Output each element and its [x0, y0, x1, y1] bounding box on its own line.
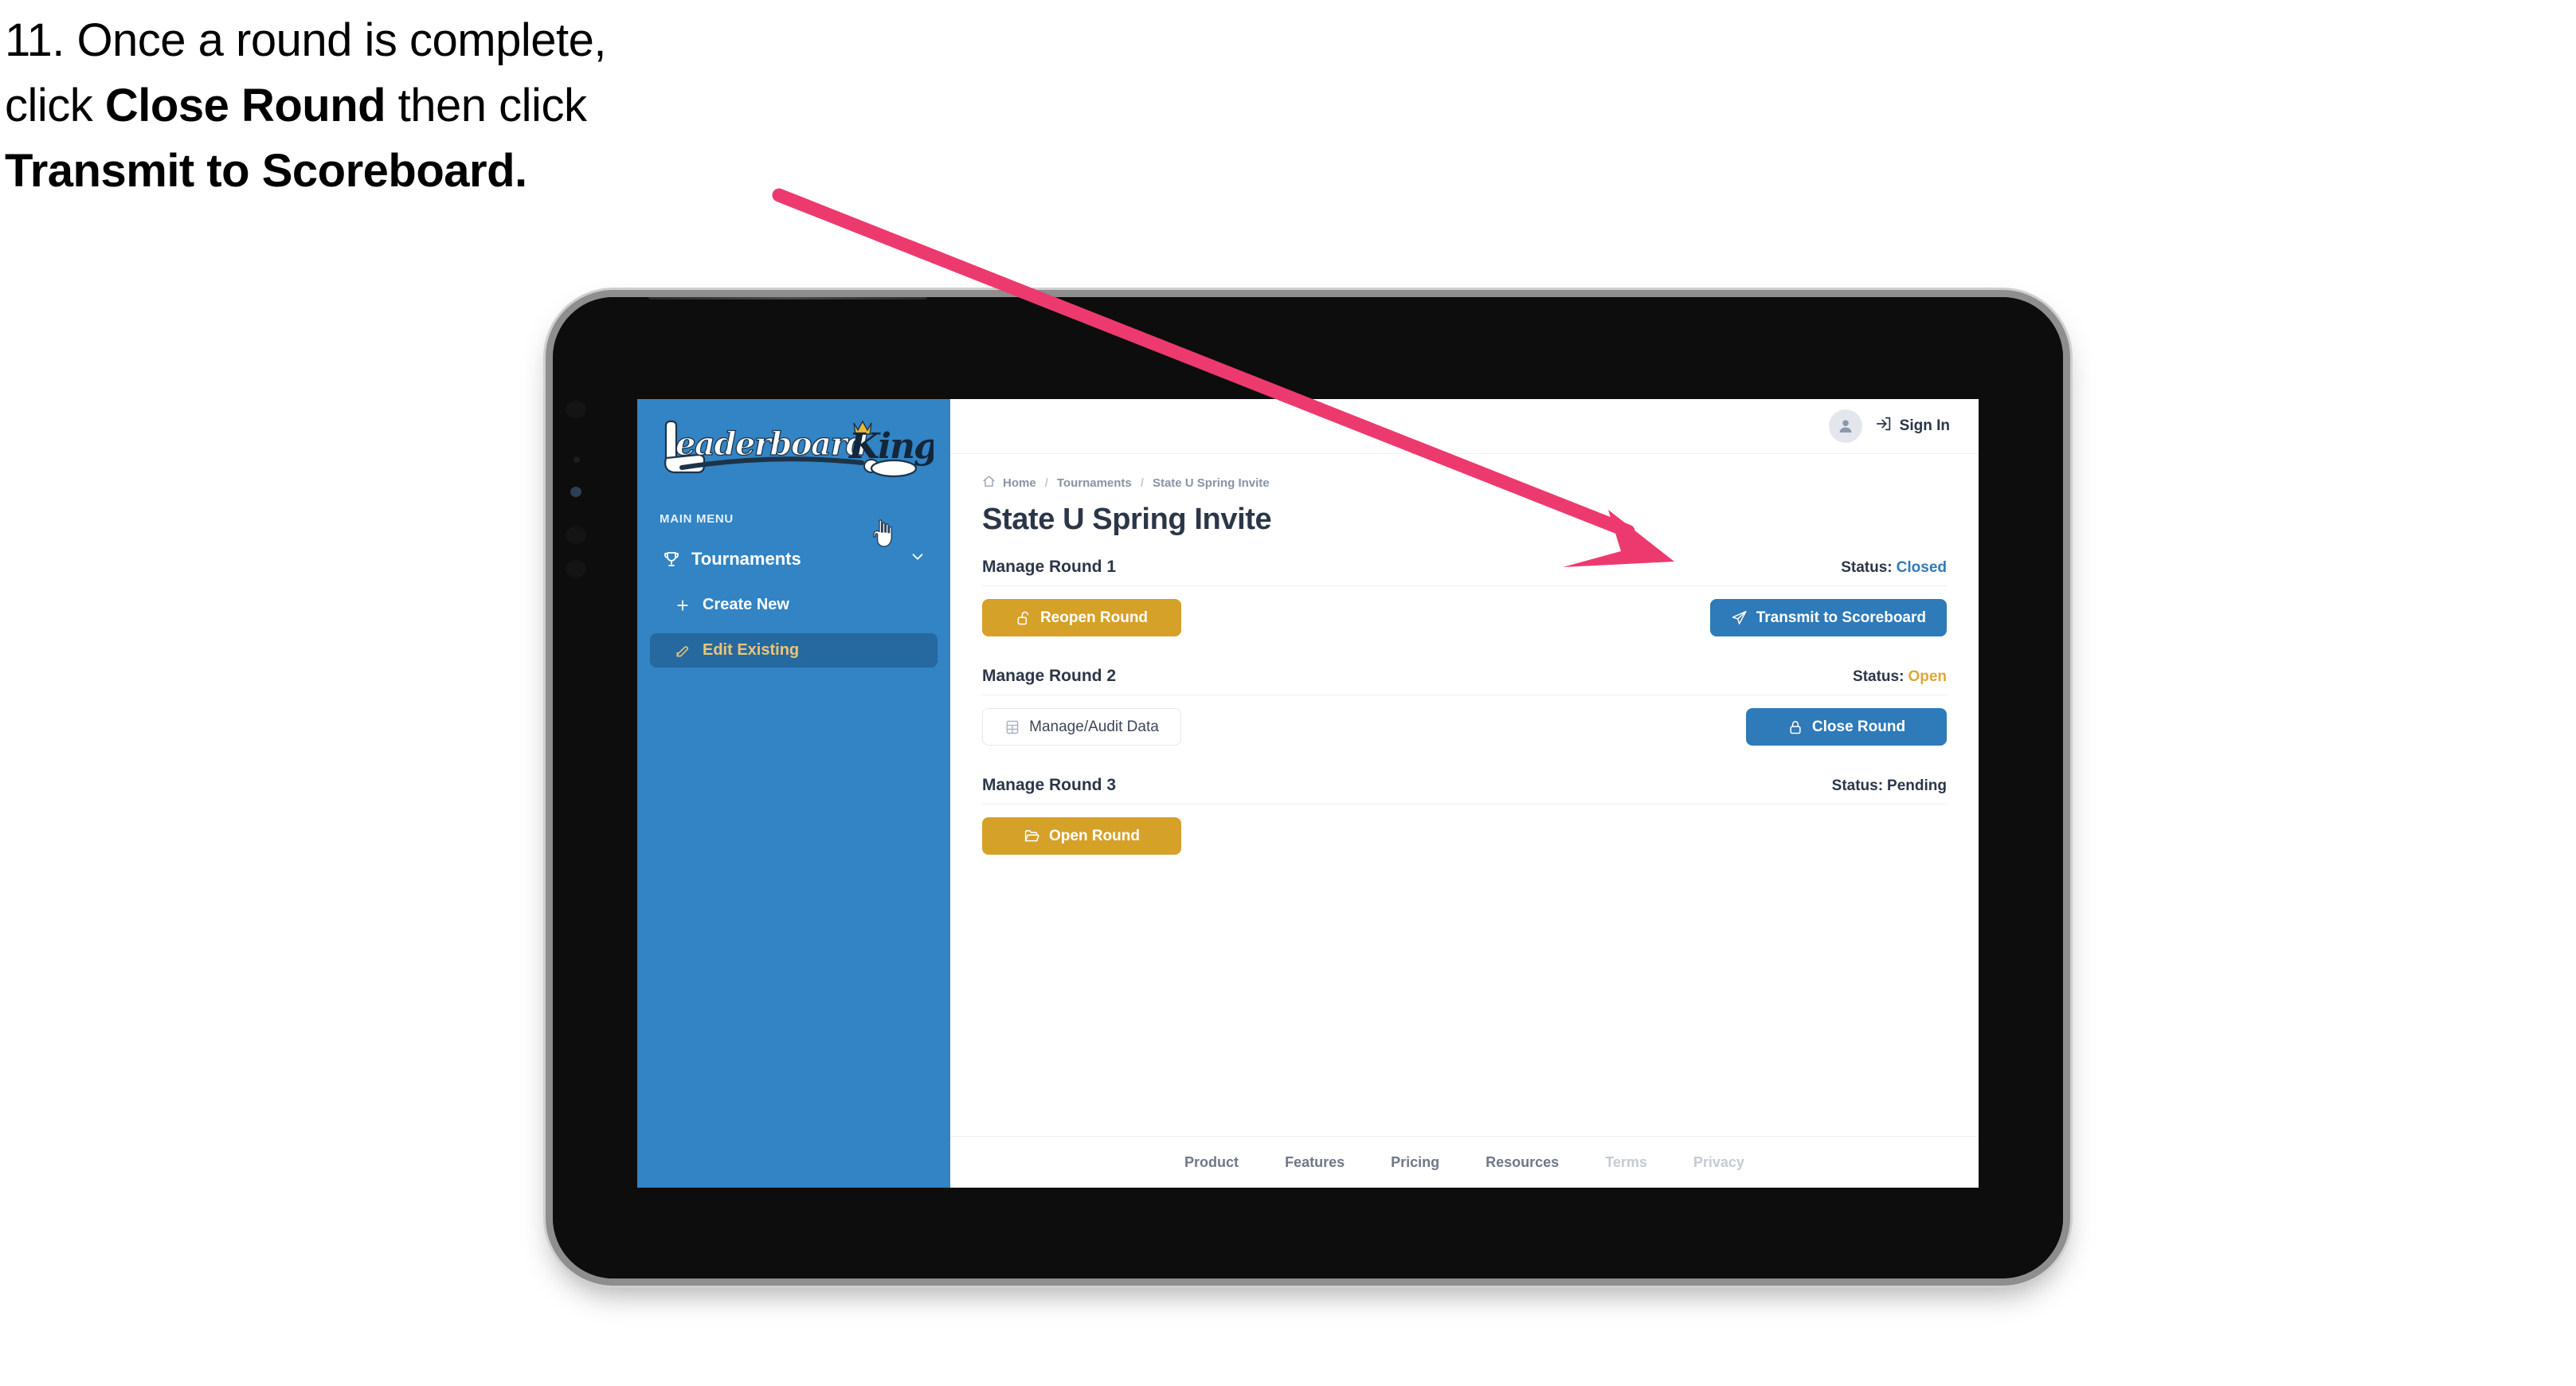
round-actions: Reopen Round Transmit to Scoreboard: [982, 599, 1947, 636]
status-value: Pending: [1887, 777, 1947, 794]
main-content: Sign In Home / Tournaments / State U Spr…: [950, 399, 1979, 1188]
round-actions: Open Round: [982, 817, 1947, 855]
chevron-down-icon[interactable]: [909, 548, 926, 570]
breadcrumb-separator: /: [1140, 476, 1144, 490]
tablet-sensor-dot: [574, 456, 580, 463]
footer-link-product[interactable]: Product: [1184, 1154, 1239, 1171]
transmit-to-scoreboard-button[interactable]: Transmit to Scoreboard: [1709, 599, 1947, 636]
reopen-round-button[interactable]: Reopen Round: [982, 599, 1181, 636]
round-section-1: Manage Round 1 Status: Closed Reopen Rou…: [982, 558, 1947, 636]
tablet-bezel: eaderboard King MAIN MENU Tournaments Cr…: [553, 297, 2063, 1278]
caption-line-3: Transmit to Scoreboard.: [5, 145, 527, 197]
manage-audit-data-button[interactable]: Manage/Audit Data: [982, 708, 1181, 746]
button-label: Manage/Audit Data: [1029, 718, 1159, 735]
open-round-button[interactable]: Open Round: [982, 817, 1181, 855]
status-badge: Status: Pending: [1832, 777, 1947, 795]
sign-in-label: Sign In: [1899, 417, 1950, 434]
plus-icon: [672, 597, 693, 613]
lock-icon: [1787, 719, 1803, 735]
close-round-button[interactable]: Close Round: [1746, 708, 1947, 746]
home-icon: [982, 475, 996, 491]
paper-plane-icon: [1731, 609, 1748, 626]
sidebar-item-edit-existing[interactable]: Edit Existing: [650, 633, 938, 668]
instruction-caption: 11. Once a round is complete, click Clos…: [5, 18, 897, 213]
sidebar-item-label: Create New: [703, 596, 789, 613]
button-label: Open Round: [1049, 827, 1140, 844]
round-header: Manage Round 1 Status: Closed: [982, 558, 1947, 586]
tablet-sensor-dot: [566, 401, 586, 418]
tablet-speaker-grille: [648, 297, 927, 300]
sidebar-menu-heading: MAIN MENU: [660, 512, 734, 526]
status-value: Closed: [1896, 559, 1947, 576]
round-actions: Manage/Audit Data Close Round: [982, 708, 1947, 746]
trophy-icon: [660, 549, 683, 570]
footer-link-pricing[interactable]: Pricing: [1391, 1154, 1439, 1171]
page-content: Home / Tournaments / State U Spring Invi…: [950, 454, 1979, 1136]
sidebar: eaderboard King MAIN MENU Tournaments Cr…: [637, 399, 950, 1188]
tablet-camera-lens: [570, 487, 581, 497]
breadcrumb-item-current: State U Spring Invite: [1152, 476, 1270, 490]
round-section-2: Manage Round 2 Status: Open Manage/Audit…: [982, 667, 1947, 746]
top-bar: Sign In: [950, 399, 1979, 454]
round-name: Manage Round 1: [982, 558, 1117, 576]
leaderboard-king-logo-icon: eaderboard King: [664, 420, 934, 478]
unlock-icon: [1016, 610, 1032, 626]
footer: Product Features Pricing Resources Terms…: [950, 1136, 1979, 1188]
status-badge: Status: Closed: [1841, 559, 1947, 577]
button-label: Reopen Round: [1039, 609, 1149, 626]
round-section-3: Manage Round 3 Status: Pending Open Roun…: [982, 776, 1947, 855]
footer-link-features[interactable]: Features: [1285, 1154, 1345, 1171]
sign-in-arrow-icon: [1875, 415, 1893, 437]
table-grid-icon: [1004, 719, 1020, 735]
tablet-device: eaderboard King MAIN MENU Tournaments Cr…: [553, 297, 2063, 1278]
footer-link-terms[interactable]: Terms: [1605, 1154, 1647, 1171]
status-value: Open: [1908, 668, 1947, 685]
breadcrumb-separator: /: [1044, 476, 1048, 490]
sign-in-button[interactable]: Sign In: [1875, 415, 1950, 437]
footer-link-privacy[interactable]: Privacy: [1693, 1154, 1744, 1171]
status-badge: Status: Open: [1853, 668, 1947, 686]
sidebar-item-label: Tournaments: [691, 549, 801, 569]
status-label: Status:: [1841, 559, 1893, 576]
caption-line-1: 11. Once a round is complete,: [5, 14, 606, 66]
breadcrumb: Home / Tournaments / State U Spring Invi…: [982, 475, 1947, 491]
caption-line-2: click Close Round then click: [5, 80, 587, 131]
app-screen: eaderboard King MAIN MENU Tournaments Cr…: [637, 399, 1979, 1188]
sidebar-item-create-new[interactable]: Create New: [650, 588, 938, 622]
sidebar-item-label: Edit Existing: [703, 641, 800, 659]
status-label: Status:: [1853, 668, 1905, 685]
page-title: State U Spring Invite: [982, 503, 1272, 536]
footer-link-resources[interactable]: Resources: [1486, 1154, 1559, 1171]
tablet-sensor-dot: [566, 560, 586, 578]
breadcrumb-home[interactable]: Home: [982, 475, 1036, 491]
app-logo[interactable]: eaderboard King: [637, 399, 950, 506]
button-label: Transmit to Scoreboard: [1756, 609, 1926, 626]
breadcrumb-item-label: Home: [1003, 476, 1036, 490]
round-name: Manage Round 2: [982, 667, 1117, 685]
round-name: Manage Round 3: [982, 776, 1117, 794]
round-header: Manage Round 3 Status: Pending: [982, 776, 1947, 805]
breadcrumb-item-tournaments[interactable]: Tournaments: [1057, 476, 1132, 490]
status-label: Status:: [1831, 777, 1884, 794]
round-header: Manage Round 2 Status: Open: [982, 667, 1947, 695]
button-label: Close Round: [1811, 718, 1906, 735]
edit-pencil-icon: [672, 643, 693, 659]
hand-pointer-cursor: [872, 519, 898, 553]
tablet-sensor-dot: [566, 527, 586, 544]
user-avatar-icon[interactable]: [1828, 409, 1862, 443]
open-folder-icon: [1024, 828, 1040, 844]
